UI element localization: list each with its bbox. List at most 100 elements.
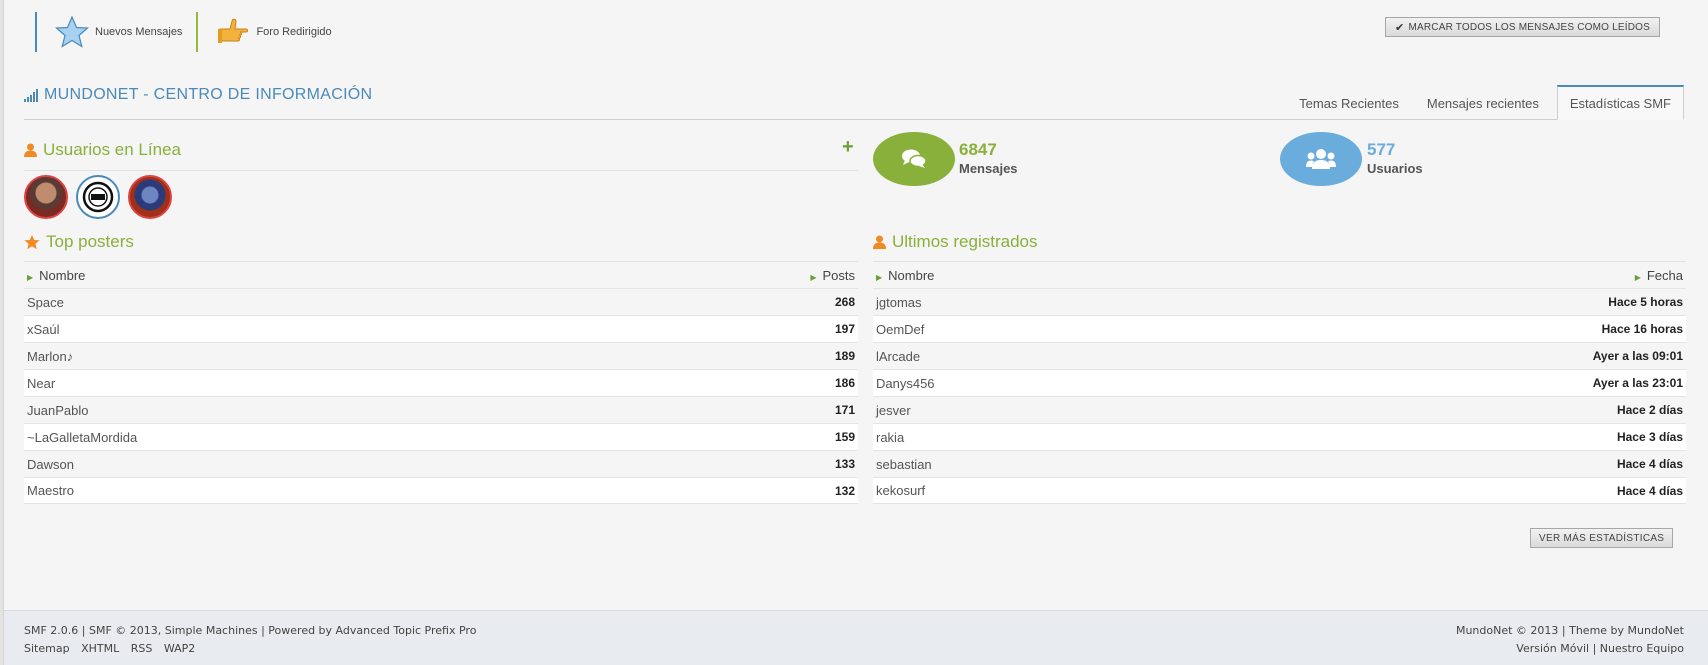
header-cell[interactable]: ▶ Posts: [810, 268, 855, 283]
messages-label: Mensajes: [959, 161, 1018, 176]
member-name-link[interactable]: sebastian: [876, 457, 932, 472]
post-count: 197: [834, 322, 855, 336]
online-users-title: Usuarios en Línea: [43, 140, 181, 159]
legend-divider: [35, 12, 37, 52]
post-count: 132: [834, 483, 855, 498]
user-icon: [24, 143, 37, 157]
users-stat-badge: [1280, 132, 1362, 186]
member-name-link[interactable]: jesver: [876, 403, 911, 418]
users-group-icon: [1306, 149, 1336, 169]
table-row: xSaúl 197: [24, 315, 858, 342]
member-name-link[interactable]: OemDef: [876, 322, 924, 337]
chat-bubbles-icon: [902, 149, 927, 168]
registration-date: Hace 16 horas: [1601, 322, 1683, 336]
header-cell[interactable]: ▶ Nombre: [876, 268, 934, 283]
member-name-link[interactable]: xSaúl: [27, 322, 60, 337]
member-name-link[interactable]: Near: [27, 376, 55, 391]
footer-right: MundoNet © 2013 | Theme by MundoNet Vers…: [1456, 622, 1684, 658]
pointing-hand-icon: [218, 18, 249, 43]
table-row: Near 186: [24, 369, 858, 396]
table-row: Space 268: [24, 288, 858, 315]
legend-divider: [196, 12, 199, 52]
member-name-link[interactable]: jgtomas: [876, 295, 922, 310]
footer-left: SMF 2.0.6 | SMF © 2013, Simple Machines …: [24, 622, 476, 658]
header-cell[interactable]: ▶ Nombre: [27, 268, 85, 283]
top-posters-title: Top posters: [46, 232, 134, 251]
registration-date: Hace 4 días: [1616, 483, 1683, 498]
registration-date: Hace 4 días: [1616, 457, 1683, 471]
arrow-right-icon: ▶: [876, 272, 883, 282]
table-row: ~LaGalletaMordida 159: [24, 423, 858, 450]
legend-redirect-forum: Foro Redirigido: [216, 15, 332, 49]
legend-redirect-label: Foro Redirigido: [256, 26, 332, 38]
avatar[interactable]: [24, 175, 68, 219]
arrow-right-icon: ▶: [1634, 272, 1641, 282]
more-stats-button[interactable]: VER MÁS ESTADÍSTICAS: [1530, 528, 1674, 548]
latest-registered-heading: Ultimos registrados: [873, 232, 1038, 252]
signal-bars-icon: [24, 88, 38, 102]
check-icon: ✔: [1395, 21, 1405, 34]
member-name-link[interactable]: kekosurf: [876, 483, 925, 498]
latest-registered-table: ▶ Nombre ▶ Fecha jgtomas Hace 5 horas OemDef…: [873, 261, 1686, 504]
tab-smf-stats[interactable]: Estadísticas SMF: [1556, 85, 1684, 120]
footer-link-team[interactable]: Nuestro Equipo: [1600, 642, 1684, 655]
footer-link-mobile[interactable]: Versión Móvil: [1516, 642, 1589, 655]
table-row: Marlon♪ 189: [24, 342, 858, 369]
registration-date: Ayer a las 09:01: [1592, 349, 1683, 363]
latest-registered-title: Ultimos registrados: [892, 232, 1038, 251]
footer-link-wap2[interactable]: WAP2: [164, 642, 195, 655]
expand-plus-icon[interactable]: +: [842, 136, 854, 159]
table-row: jgtomas Hace 5 horas: [873, 288, 1686, 315]
avatar[interactable]: [128, 175, 172, 219]
member-name-link[interactable]: Dawson: [27, 457, 74, 472]
footer-link-xhtml[interactable]: XHTML: [81, 642, 119, 655]
post-count: 159: [834, 430, 855, 444]
tab-recent-posts[interactable]: Mensajes recientes: [1413, 87, 1553, 120]
divider: [24, 170, 858, 171]
table-row: rakia Hace 3 días: [873, 423, 1686, 450]
post-count: 189: [834, 349, 855, 363]
member-name-link[interactable]: Marlon♪: [27, 349, 73, 364]
member-name-link[interactable]: rakia: [876, 430, 904, 445]
member-name-link[interactable]: lArcade: [876, 349, 920, 364]
table-header: ▶ Nombre ▶ Posts: [24, 261, 858, 288]
member-name-link[interactable]: JuanPablo: [27, 403, 88, 418]
forum-legend: Nuevos Mensajes Foro Redirigido: [35, 12, 332, 52]
mark-all-read-label: MARCAR TODOS LOS MENSAJES COMO LEÍDOS: [1408, 21, 1650, 33]
table-row: Danys456 Ayer a las 23:01: [873, 369, 1686, 396]
member-name-link[interactable]: ~LaGalletaMordida: [27, 430, 137, 445]
messages-stat-badge: [873, 132, 955, 186]
online-users-heading: Usuarios en Línea: [24, 140, 181, 160]
table-row: kekosurf Hace 4 días: [873, 477, 1686, 504]
footer-copyright: SMF 2.0.6 | SMF © 2013, Simple Machines …: [24, 624, 477, 637]
table-row: OemDef Hace 16 horas: [873, 315, 1686, 342]
top-posters-heading: Top posters: [24, 232, 134, 252]
table-row: lArcade Ayer a las 09:01: [873, 342, 1686, 369]
member-name-link[interactable]: Danys456: [876, 376, 935, 391]
footer: SMF 2.0.6 | SMF © 2013, Simple Machines …: [4, 610, 1708, 665]
top-posters-table: ▶ Nombre ▶ Posts Space 268 xSaúl 197 Marlon♪ 18…: [24, 261, 858, 504]
users-label: Usuarios: [1367, 161, 1423, 176]
member-name-link[interactable]: Maestro: [27, 483, 74, 498]
legend-new-messages-label: Nuevos Mensajes: [95, 26, 183, 38]
member-name-link[interactable]: Space: [27, 295, 64, 310]
messages-count: 6847: [959, 140, 997, 159]
avatar[interactable]: [76, 175, 120, 219]
tab-recent-topics[interactable]: Temas Recientes: [1285, 87, 1413, 120]
table-row: jesver Hace 2 días: [873, 396, 1686, 423]
star-icon: [24, 234, 40, 249]
header-cell[interactable]: ▶ Fecha: [1635, 268, 1683, 283]
footer-theme-credit: MundoNet © 2013 | Theme by MundoNet: [1455, 624, 1684, 637]
post-count: 133: [834, 457, 855, 471]
footer-separator: |: [1589, 642, 1600, 655]
info-center-tabs: Temas Recientes Mensajes recientes Estad…: [1285, 85, 1684, 120]
footer-link-rss[interactable]: RSS: [131, 642, 153, 655]
arrow-right-icon: ▶: [27, 272, 34, 282]
footer-link-sitemap[interactable]: Sitemap: [24, 642, 70, 655]
table-row: sebastian Hace 4 días: [873, 450, 1686, 477]
mark-all-read-button[interactable]: ✔ MARCAR TODOS LOS MENSAJES COMO LEÍDOS: [1385, 17, 1660, 37]
table-header: ▶ Nombre ▶ Fecha: [873, 261, 1686, 288]
user-icon: [873, 235, 886, 249]
info-center-title: MUNDONET - CENTRO DE INFORMACIÓN: [24, 86, 372, 104]
col-posts-label: Posts: [822, 267, 855, 283]
